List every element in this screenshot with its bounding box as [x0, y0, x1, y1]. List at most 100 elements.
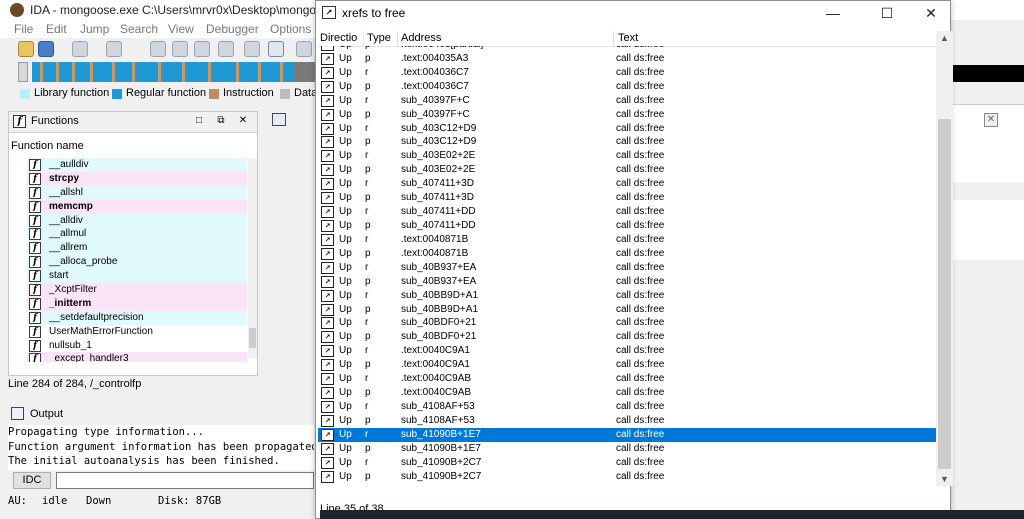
scroll-thumb[interactable]	[938, 119, 951, 469]
menu-view[interactable]: View	[168, 22, 194, 36]
function-row[interactable]: f _XcptFilter	[27, 283, 247, 297]
function-row[interactable]: f nullsub_1	[27, 339, 247, 353]
arrow-down-icon[interactable]	[244, 41, 260, 57]
search-next-icon[interactable]	[194, 41, 210, 57]
scroll-up-icon[interactable]: ▲	[940, 33, 949, 43]
jump-icon[interactable]	[218, 41, 234, 57]
menu-debugger[interactable]: Debugger	[206, 22, 259, 36]
xref-row[interactable]: ↗ Up r sub_41090B+1E7 call ds:free	[318, 427, 936, 442]
graph-icon[interactable]	[296, 41, 312, 57]
function-row[interactable]: f start	[27, 269, 247, 284]
menu-jump[interactable]: Jump	[80, 22, 109, 36]
function-row[interactable]: f _initterm	[27, 296, 247, 311]
maximize-panel-icon[interactable]: □	[193, 115, 205, 127]
xref-row[interactable]: ↗ Up r .text:0040871B call ds:free	[318, 233, 936, 247]
minimize-button[interactable]: —	[810, 1, 856, 25]
close-panel-icon[interactable]: ✕	[237, 115, 249, 127]
xref-row-icon: ↗	[321, 94, 334, 107]
command-input[interactable]	[56, 472, 314, 489]
xref-row[interactable]: ↗ Up p .text:0040871B call ds:free	[318, 247, 936, 261]
close-icon[interactable]: ✕	[984, 113, 998, 127]
xref-row[interactable]: ↗ Up p sub_4108AF+53 call ds:free	[318, 414, 936, 428]
xref-text: call ds:free	[616, 414, 665, 426]
column-type[interactable]: Type	[367, 32, 391, 44]
float-panel-icon[interactable]: ⧉	[215, 115, 227, 127]
search-binary-icon[interactable]	[150, 41, 166, 57]
xref-row[interactable]: ↗ Up r sub_403C12+D9 call ds:free	[318, 122, 936, 136]
navigation-band[interactable]	[32, 62, 320, 82]
search-text-icon[interactable]	[172, 41, 188, 57]
xref-row[interactable]: ↗ Up p sub_41090B+1E7 call ds:free	[318, 442, 936, 456]
idc-language-button[interactable]: IDC	[13, 472, 51, 489]
text-mode-icon[interactable]	[268, 41, 284, 57]
xref-row[interactable]: ↗ Up r sub_4108AF+53 call ds:free	[318, 400, 936, 414]
xref-addr: sub_40397F+C	[401, 94, 470, 106]
xref-row[interactable]: ↗ Up r sub_40BB9D+A1 call ds:free	[318, 289, 936, 303]
xref-addr: sub_40BDF0+21	[401, 331, 477, 343]
xref-row[interactable]: ↗ Up p sub_407411+3D call ds:free	[318, 191, 936, 205]
xref-row[interactable]: ↗ Up r sub_40B937+EA call ds:free	[318, 261, 936, 275]
ida-view-tab[interactable]	[270, 111, 316, 129]
xrefs-column-headers: Directio Type Address Text	[318, 31, 936, 47]
xref-row[interactable]: ↗ Up p sub_403C12+D9 call ds:free	[318, 135, 936, 149]
xref-row[interactable]: ↗ Up r sub_407411+3D call ds:free	[318, 177, 936, 191]
function-row[interactable]: f memcmp	[27, 199, 247, 214]
function-row[interactable]: f __aulldiv	[27, 158, 247, 172]
xref-type: p	[365, 52, 371, 64]
save-icon[interactable]	[38, 41, 54, 57]
nav-band-left-handle[interactable]	[18, 62, 28, 82]
function-row[interactable]: f __alloca_probe	[27, 255, 247, 270]
xref-row[interactable]: ↗ Up r .text:0040C9A1 call ds:free	[318, 344, 936, 358]
xref-row[interactable]: ↗ Up r sub_41090B+2C7 call ds:free	[318, 456, 936, 470]
xref-row[interactable]: ↗ Up p .text:004036C7 call ds:free	[318, 80, 936, 94]
functions-scrollbar[interactable]	[248, 158, 257, 358]
xrefs-list[interactable]: ↗Upp.text:00403[partial]call ds:free↗Upp…	[318, 46, 936, 486]
column-address[interactable]: Address	[401, 32, 441, 44]
xrefs-scrollbar[interactable]: ▲ ▼	[936, 31, 953, 486]
xref-dir: Up	[339, 387, 352, 399]
xref-row[interactable]: ↗ Up p sub_41090B+2C7 call ds:free	[318, 470, 936, 484]
xref-row-icon: ↗	[321, 108, 334, 121]
function-name-column-header[interactable]: Function name	[11, 140, 84, 152]
function-row[interactable]: f __alldiv	[27, 213, 247, 228]
column-text[interactable]: Text	[618, 32, 638, 44]
menu-options[interactable]: Options	[270, 22, 311, 36]
xref-type: r	[365, 261, 369, 273]
xref-row[interactable]: ↗ Up r .text:0040C9AB call ds:free	[318, 372, 936, 386]
xref-row[interactable]: ↗ Up p .text:0040C9AB call ds:free	[318, 386, 936, 400]
open-folder-icon[interactable]	[18, 41, 34, 57]
function-row[interactable]: f strcpy	[27, 171, 247, 186]
xref-row[interactable]: ↗ Up r sub_403E02+2E call ds:free	[318, 149, 936, 163]
xref-row[interactable]: ↗ Up r sub_40BDF0+21 call ds:free	[318, 316, 936, 330]
function-row[interactable]: f _except_handler3	[27, 352, 247, 362]
menu-edit[interactable]: Edit	[46, 22, 67, 36]
xref-row[interactable]: ↗ Up p .text:004035A3 call ds:free	[318, 52, 936, 66]
xref-type: p	[365, 80, 371, 92]
menu-search[interactable]: Search	[120, 22, 158, 36]
xref-addr: sub_40B937+EA	[401, 261, 477, 273]
functions-list[interactable]: f __aulldiv f strcpy f __allshl f memcmp f __alld…	[27, 158, 247, 362]
function-row[interactable]: f __allmul	[27, 227, 247, 242]
menu-file[interactable]: File	[14, 22, 33, 36]
xref-row[interactable]: ↗ Up p sub_40BDF0+21 call ds:free	[318, 330, 936, 344]
function-row[interactable]: f __allrem	[27, 241, 247, 256]
hand-forward-icon[interactable]	[106, 41, 122, 57]
xref-row[interactable]: ↗ Up p sub_40BB9D+A1 call ds:free	[318, 303, 936, 317]
xref-row[interactable]: ↗ Up p .text:0040C9A1 call ds:free	[318, 358, 936, 372]
function-row[interactable]: f __allshl	[27, 185, 247, 200]
xref-row[interactable]: ↗ Up p sub_403E02+2E call ds:free	[318, 163, 936, 177]
xref-addr: sub_403C12+D9	[401, 122, 477, 134]
xref-row[interactable]: ↗ Up p sub_407411+DD call ds:free	[318, 219, 936, 233]
function-row[interactable]: f UserMathErrorFunction	[27, 325, 247, 339]
xref-row[interactable]: ↗ Up p sub_40397F+C call ds:free	[318, 108, 936, 122]
close-button[interactable]: ✕	[908, 1, 954, 25]
column-direction[interactable]: Directio	[320, 32, 357, 44]
scroll-down-icon[interactable]: ▼	[940, 474, 949, 484]
function-row[interactable]: f __setdefaultprecision	[27, 310, 247, 325]
hand-icon[interactable]	[72, 41, 88, 57]
xref-row[interactable]: ↗ Up r .text:004036C7 call ds:free	[318, 66, 936, 80]
xref-row[interactable]: ↗ Up p sub_40B937+EA call ds:free	[318, 275, 936, 289]
xref-row[interactable]: ↗ Up r sub_40397F+C call ds:free	[318, 94, 936, 108]
maximize-button[interactable]: ☐	[864, 1, 910, 25]
xref-row[interactable]: ↗ Up r sub_407411+DD call ds:free	[318, 205, 936, 219]
